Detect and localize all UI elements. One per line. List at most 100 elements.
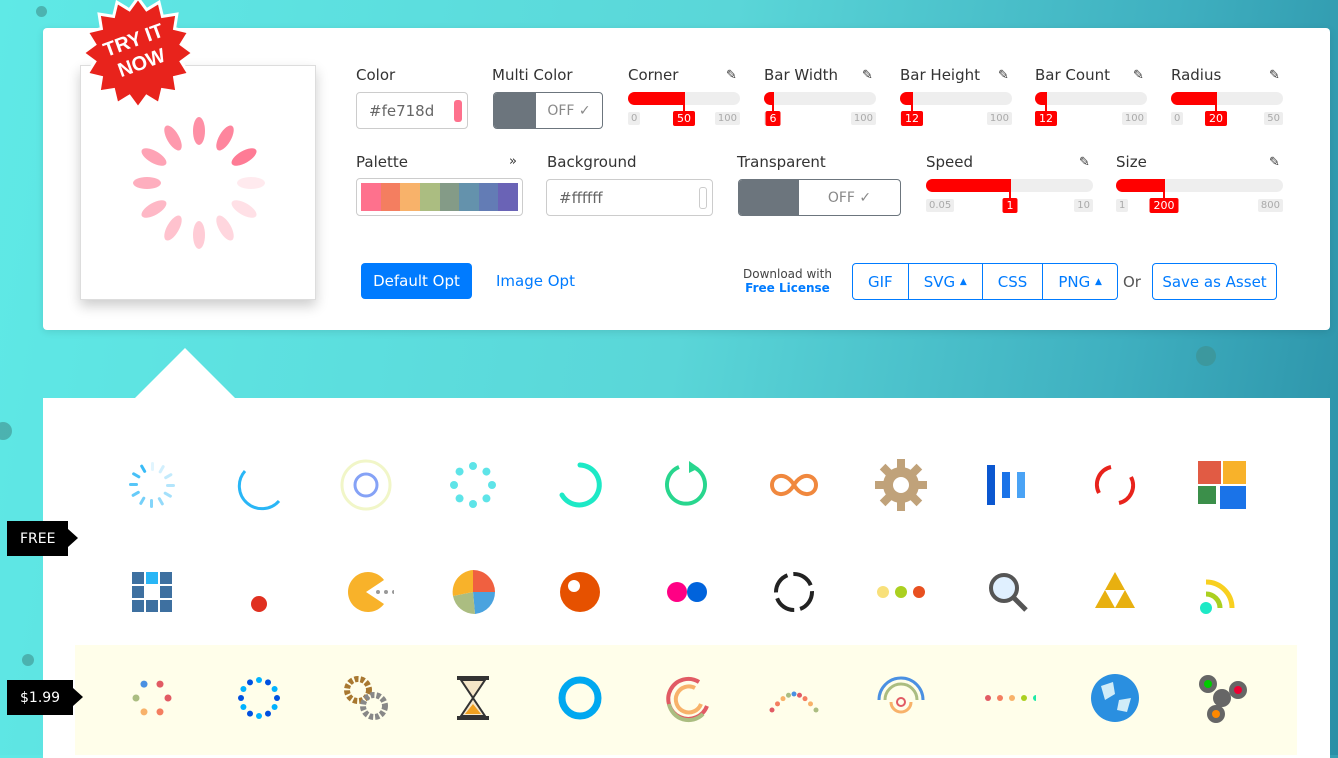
spinner-bar xyxy=(231,200,257,218)
gears-loader-icon[interactable] xyxy=(338,670,394,726)
palette-swatch xyxy=(380,183,401,211)
radar-loader-icon[interactable] xyxy=(873,670,929,726)
image-opt-link[interactable]: Image Opt xyxy=(496,272,575,290)
pencil-icon[interactable]: ✎ xyxy=(1133,68,1144,83)
slider-max: 100 xyxy=(714,112,740,125)
ring-blue-loader-icon[interactable] xyxy=(552,670,608,726)
slider-min: 0 xyxy=(628,112,641,125)
slider-max: 800 xyxy=(1257,199,1283,212)
color-input[interactable]: #fe718d xyxy=(356,92,468,129)
save-as-asset-button[interactable]: Save as Asset xyxy=(1152,263,1277,300)
circle-dashes-loader-icon[interactable] xyxy=(766,564,822,620)
dots-line-loader-icon[interactable] xyxy=(980,670,1036,726)
caret-up-icon: ▲ xyxy=(1095,276,1102,287)
spinner-bar xyxy=(216,125,234,151)
magnifier-loader-icon[interactable] xyxy=(980,564,1036,620)
spinner-bar xyxy=(164,125,182,151)
background-swatch[interactable] xyxy=(699,187,707,209)
pencil-icon[interactable]: ✎ xyxy=(1079,155,1090,170)
palette-selector[interactable] xyxy=(356,178,523,216)
spinner-bar xyxy=(216,215,234,241)
css-button[interactable]: CSS xyxy=(981,264,1043,299)
svg-label: SVG xyxy=(923,272,956,291)
bar_height-slider[interactable]: 1 100 12 xyxy=(900,92,1012,132)
palette-swatch xyxy=(498,183,518,211)
color-swatch[interactable] xyxy=(454,100,462,122)
customizer-panel: TRY IT NOW Color #fe718d Multi Color OFF… xyxy=(43,0,1330,330)
pie-loader-icon[interactable] xyxy=(445,564,501,620)
color-value: #fe718d xyxy=(369,102,435,120)
png-button[interactable]: PNG ▲ xyxy=(1042,264,1117,299)
palette-swatch xyxy=(459,183,479,211)
free-license-link[interactable]: Free License xyxy=(743,281,832,295)
panel-pointer xyxy=(135,348,235,398)
slider-max: 100 xyxy=(850,112,876,125)
dots-circle-loader-icon[interactable] xyxy=(231,670,287,726)
slider-min: 0 xyxy=(1171,112,1184,125)
fidget-loader-icon[interactable] xyxy=(1194,670,1250,726)
bouncing-dot-loader-icon[interactable] xyxy=(231,564,287,620)
pacman-loader-icon[interactable] xyxy=(338,564,394,620)
spinner-bar xyxy=(164,215,182,241)
palette-swatch xyxy=(361,183,381,211)
gif-button[interactable]: GIF xyxy=(853,264,908,299)
ring-arc-loader-icon[interactable] xyxy=(231,457,287,513)
svg-button[interactable]: SVG ▲ xyxy=(907,264,982,299)
hourglass-loader-icon[interactable] xyxy=(445,670,501,726)
rotate-green-loader-icon[interactable] xyxy=(659,457,715,513)
globe-loader-icon[interactable] xyxy=(1087,670,1143,726)
pencil-icon[interactable]: ✎ xyxy=(998,68,1009,83)
slider-value: 12 xyxy=(1035,111,1057,126)
corner-slider[interactable]: 0 100 50 xyxy=(628,92,740,132)
spinner-blue-loader-icon[interactable] xyxy=(124,457,180,513)
expand-icon[interactable]: » xyxy=(509,154,517,169)
try-it-now-badge[interactable]: TRY IT NOW xyxy=(81,0,196,108)
dots-spinner-loader-icon[interactable] xyxy=(445,457,501,513)
default-opt-button[interactable]: Default Opt xyxy=(361,263,472,299)
bars-blue-loader-icon[interactable] xyxy=(980,457,1036,513)
arcs-colorful-loader-icon[interactable] xyxy=(659,670,715,726)
size-slider[interactable]: 1 800 200 xyxy=(1116,179,1283,219)
background-input[interactable]: #ffffff xyxy=(546,179,713,216)
infinity-loader-icon[interactable] xyxy=(766,457,822,513)
pencil-icon[interactable]: ✎ xyxy=(1269,68,1280,83)
multi-color-toggle[interactable]: OFF ✓ xyxy=(493,92,603,129)
slider-value: 12 xyxy=(901,111,923,126)
arc-teal-loader-icon[interactable] xyxy=(552,457,608,513)
spinner-bar xyxy=(141,200,167,218)
bar_height-label: Bar Height xyxy=(900,66,981,84)
download-license-text: Download with Free License xyxy=(743,267,832,295)
bar_width-label: Bar Width xyxy=(764,66,838,84)
speed-label: Speed xyxy=(926,153,974,171)
gear-loader-icon[interactable] xyxy=(873,457,929,513)
bar_width-slider[interactable]: 1 100 6 xyxy=(764,92,876,132)
spinner-bar xyxy=(193,221,205,249)
ellipsis-loader-icon[interactable] xyxy=(873,564,929,620)
wifi-loader-icon[interactable] xyxy=(1194,564,1250,620)
flickr-dots-loader-icon[interactable] xyxy=(659,564,715,620)
download-button-group: GIF SVG ▲ CSS PNG ▲ xyxy=(852,263,1118,300)
ball-orange-loader-icon[interactable] xyxy=(552,564,608,620)
transparent-toggle[interactable]: OFF ✓ xyxy=(738,179,901,216)
slider-min: 0.05 xyxy=(926,199,955,212)
pencil-icon[interactable]: ✎ xyxy=(862,68,873,83)
slider-min: 1 xyxy=(1116,199,1129,212)
grid-blue-loader-icon[interactable] xyxy=(124,564,180,620)
pencil-icon[interactable]: ✎ xyxy=(1269,155,1280,170)
speed-slider[interactable]: 0.05 10 1 xyxy=(926,179,1093,219)
double-ring-loader-icon[interactable] xyxy=(338,457,394,513)
pencil-icon[interactable]: ✎ xyxy=(726,68,737,83)
dual-arc-red-loader-icon[interactable] xyxy=(1087,457,1143,513)
palette-swatch xyxy=(400,183,420,211)
spinner-bar xyxy=(133,177,161,189)
squares-colorful-loader-icon[interactable] xyxy=(1194,457,1250,513)
palette-swatch xyxy=(419,183,440,211)
triangles-loader-icon[interactable] xyxy=(1087,564,1143,620)
bar_count-slider[interactable]: 2 100 12 xyxy=(1035,92,1147,132)
caret-up-icon: ▲ xyxy=(959,276,967,287)
slider-max: 10 xyxy=(1074,199,1093,212)
radius-slider[interactable]: 0 50 20 xyxy=(1171,92,1283,132)
wave-dots-loader-icon[interactable] xyxy=(766,670,822,726)
dots-colorful-loader-icon[interactable] xyxy=(124,670,180,726)
multi-color-label: Multi Color xyxy=(492,66,573,84)
